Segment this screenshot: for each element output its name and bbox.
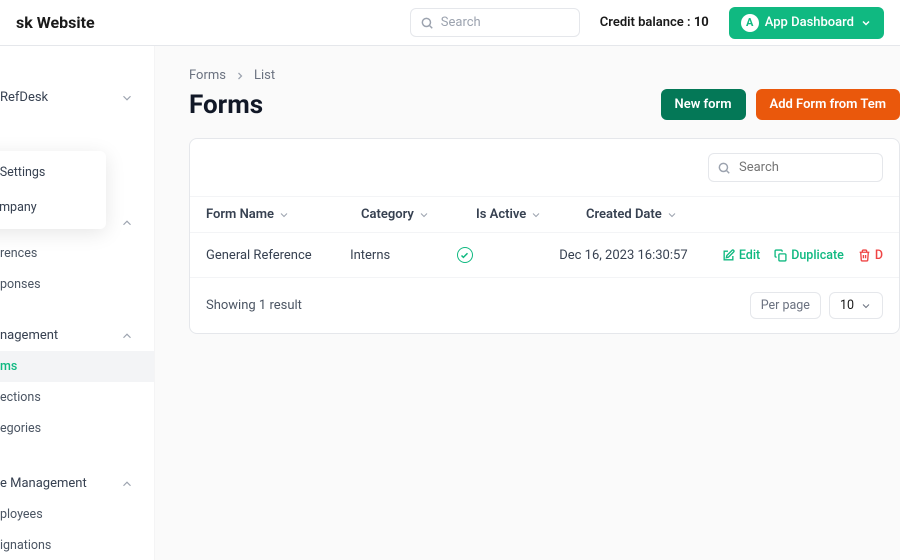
global-search-input[interactable] [410,8,580,37]
sidebar-head-refdesk[interactable]: RefDesk [0,82,154,113]
col-created-date[interactable]: Created Date [586,207,761,222]
table-search-input[interactable] [708,153,883,182]
chevron-up-icon [120,216,134,230]
pagination: Per page 10 [750,292,883,319]
popover-item-settings[interactable]: pany Settings [0,155,106,190]
table-row: General Reference Interns Dec 16, 2023 1… [190,233,899,277]
sidebar-item-references[interactable]: rences [0,238,154,269]
perpage-label: Per page [750,292,821,319]
col-is-active[interactable]: Is Active [476,207,586,222]
breadcrumb: Forms List [189,68,900,83]
check-circle-icon [457,247,473,263]
col-actions [761,207,883,222]
chevron-down-icon [278,209,290,221]
table-footer: Showing 1 result Per page 10 [190,277,899,333]
global-search [410,8,580,37]
page-title: Forms [189,90,263,120]
chevron-up-icon [120,329,134,343]
breadcrumb-list: List [254,68,275,83]
app-dashboard-label: App Dashboard [765,15,854,30]
result-count: Showing 1 result [206,298,302,313]
sidebar-item-sections[interactable]: ections [0,382,154,413]
company-popover: pany Settings te Company [0,151,106,229]
add-from-template-button[interactable]: Add Form from Tem [756,89,900,120]
chevron-down-icon [120,91,134,105]
popover-item-create[interactable]: te Company [0,190,106,225]
duplicate-button[interactable]: Duplicate [774,248,844,263]
sidebar: RefDesk pany Settings te Company es renc… [0,46,155,560]
col-category[interactable]: Category [361,207,476,222]
header-right: Credit balance : 10 A App Dashboard [410,7,884,39]
sidebar-item-forms[interactable]: ms [0,351,154,382]
sidebar-item-designations[interactable]: ignations [0,530,154,560]
sidebar-item-categories[interactable]: egories [0,413,154,444]
table-header: Form Name Category Is Active Created Dat… [190,196,899,233]
page-header: Forms New form Add Form from Tem [189,89,900,120]
sidebar-section-management: nagement ms ections egories [0,320,154,444]
cell-actions: Edit Duplicate D [722,248,883,263]
brand-title: sk Website [16,13,95,32]
chevron-down-icon [418,209,430,221]
page-actions: New form Add Form from Tem [661,89,900,120]
search-icon [717,161,731,175]
copy-icon [774,249,787,262]
col-form-name[interactable]: Form Name [206,207,361,222]
main-content: Forms List Forms New form Add Form from … [155,46,900,560]
chevron-right-icon [234,70,246,82]
chevron-down-icon [860,17,872,29]
card-toolbar [190,139,899,196]
forms-table-card: Form Name Category Is Active Created Dat… [189,138,900,334]
edit-button[interactable]: Edit [722,248,760,263]
avatar: A [741,14,759,32]
sidebar-head-management[interactable]: nagement [0,320,154,351]
chevron-up-icon [120,477,134,491]
cell-category: Interns [350,248,457,263]
edit-icon [722,249,735,262]
credit-balance: Credit balance : 10 [600,15,709,30]
cell-created-date: Dec 16, 2023 16:30:57 [559,248,722,263]
search-icon [420,16,434,30]
new-form-button[interactable]: New form [661,89,746,120]
sidebar-item-responses[interactable]: ponses [0,269,154,300]
chevron-down-icon [860,300,872,312]
perpage-select[interactable]: 10 [829,292,883,319]
cell-form-name: General Reference [206,248,350,263]
cell-is-active [457,247,559,263]
trash-icon [858,249,871,262]
app-dashboard-button[interactable]: A App Dashboard [729,7,884,39]
chevron-down-icon [530,209,542,221]
sidebar-item-employees[interactable]: ployees [0,499,154,530]
top-header: sk Website Credit balance : 10 A App Das… [0,0,900,46]
table-search [708,153,883,182]
sidebar-section-refdesk: RefDesk [0,82,154,113]
sidebar-section-emp-management: e Management ployees ignations artments [0,468,154,560]
chevron-down-icon [666,209,678,221]
sidebar-head-emp-management[interactable]: e Management [0,468,154,499]
delete-button[interactable]: D [858,248,883,263]
breadcrumb-forms[interactable]: Forms [189,68,226,83]
layout: RefDesk pany Settings te Company es renc… [0,46,900,560]
